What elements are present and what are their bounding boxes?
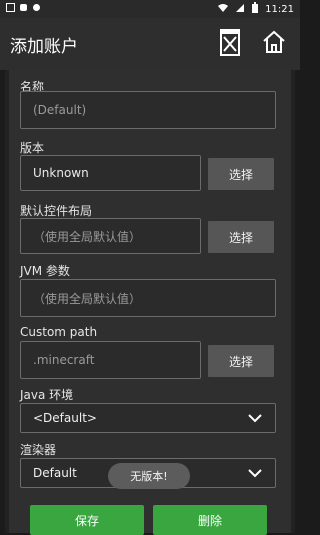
version-pick-button[interactable]: 选择 [208,158,274,190]
controls-field[interactable]: （使用全局默认值） [20,218,201,254]
wifi-icon [217,3,229,16]
name-input[interactable]: (Default) [20,91,276,129]
save-button[interactable]: 保存 [30,505,144,535]
status-right: 11:21 [217,1,294,17]
delete-icon [217,28,243,60]
java-env-select[interactable]: <Default> [20,403,276,433]
toast: 无版本! [108,463,190,489]
renderer-label: 渲染器 [20,443,57,457]
version-label: 版本 [20,141,45,155]
app-icon [32,3,41,15]
home-button[interactable] [258,28,290,60]
java-env-selected: <Default> [33,411,97,425]
delete-account-button[interactable]: 删除 [153,505,267,535]
status-left [6,3,41,15]
page-title: 添加账户 [10,36,78,57]
home-icon [261,29,287,59]
app-icon [19,3,28,15]
jvm-label: JVM 参数 [20,264,70,278]
chevron-down-icon [247,410,263,429]
app-icon [6,3,15,15]
chevron-down-icon [247,465,263,484]
renderer-selected: Default [33,466,77,480]
signal-icon [235,3,245,16]
delete-button[interactable] [214,28,246,60]
custom-path-label: Custom path [20,325,98,339]
battery-icon [251,1,259,17]
custom-path-field[interactable]: .minecraft [20,341,201,379]
java-env-label: Java 环境 [20,388,74,402]
controls-pick-button[interactable]: 选择 [208,221,274,253]
custom-path-pick-button[interactable]: 选择 [208,345,274,377]
jvm-input[interactable]: （使用全局默认值） [20,279,276,317]
version-field[interactable]: Unknown [20,155,201,191]
controls-label: 默认控件布局 [20,204,93,218]
app-bar: 添加账户 [0,18,300,70]
status-time: 11:21 [265,3,294,15]
status-bar: 11:21 [0,0,300,18]
